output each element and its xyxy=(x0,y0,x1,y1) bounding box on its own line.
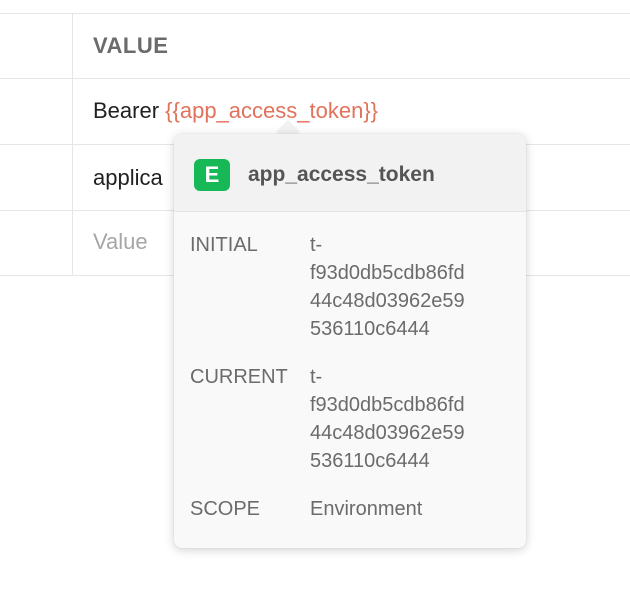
initial-value: t- f93d0db5cdb86fd 44c48d03962e59 536110… xyxy=(310,234,465,340)
variable-name: app_access_token xyxy=(248,163,435,186)
column-divider xyxy=(72,13,73,276)
value-cell-authorization[interactable]: Bearer {{app_access_token}} xyxy=(93,96,378,126)
scope-value: Environment xyxy=(310,498,423,520)
popover-header: E app_access_token xyxy=(174,134,526,212)
column-header-value: VALUE xyxy=(93,33,169,58)
scope-label: SCOPE xyxy=(190,498,261,520)
variable-popover: E app_access_token INITIAL t- f93d0db5cd… xyxy=(174,134,526,548)
header-divider xyxy=(0,78,630,79)
current-value[interactable]: t- f93d0db5cdb86fd 44c48d03962e59 536110… xyxy=(310,363,510,475)
current-label: CURRENT xyxy=(190,366,288,388)
environment-badge-icon: E xyxy=(194,159,230,191)
table-top-divider xyxy=(0,13,630,14)
variable-token[interactable]: {{app_access_token}} xyxy=(165,98,378,123)
value-cell-content-type[interactable]: applica xyxy=(93,163,163,193)
value-prefix: Bearer xyxy=(93,98,166,123)
value-input-empty[interactable]: Value xyxy=(93,227,148,257)
initial-label: INITIAL xyxy=(190,234,258,256)
